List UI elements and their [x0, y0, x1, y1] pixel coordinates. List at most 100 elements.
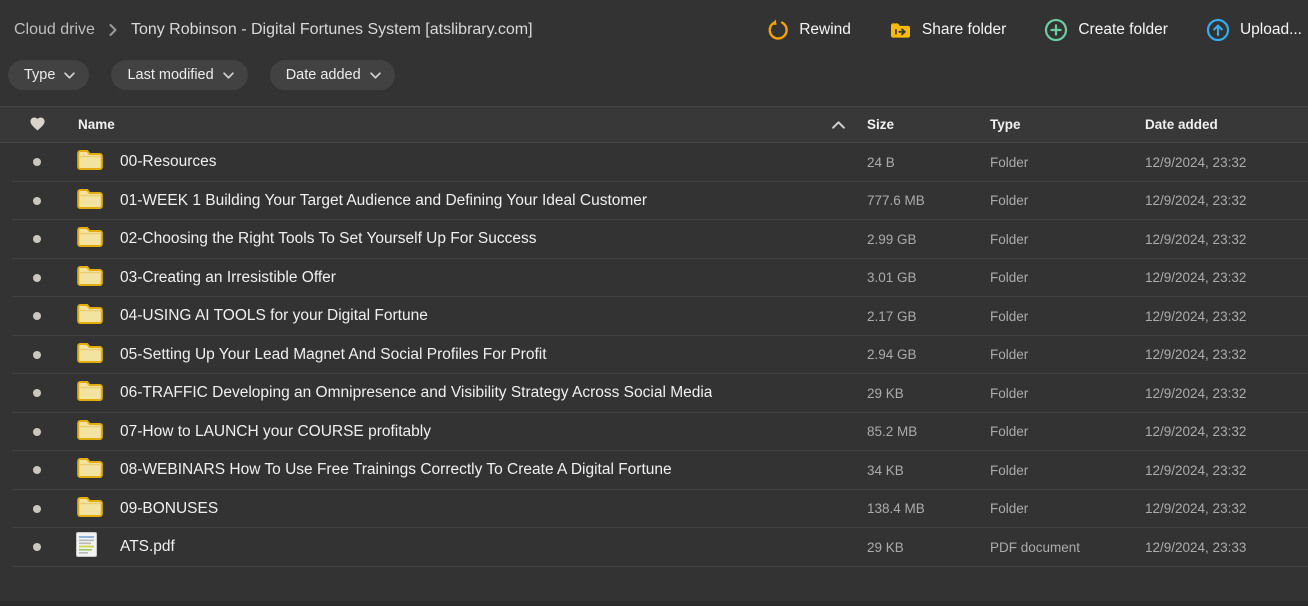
file-date-added: 12/9/2024, 23:32	[1145, 270, 1308, 285]
label-dot-icon	[33, 543, 41, 551]
chevron-down-icon	[370, 67, 381, 83]
file-name: ATS.pdf	[120, 538, 175, 556]
table-row[interactable]: 06-TRAFFIC Developing an Omnipresence an…	[0, 374, 1308, 413]
pdf-file-icon	[76, 532, 97, 562]
file-size: 2.94 GB	[867, 347, 990, 362]
file-name: 09-BONUSES	[120, 500, 218, 518]
file-name: 07-How to LAUNCH your COURSE profitably	[120, 423, 431, 441]
folder-icon	[76, 456, 104, 484]
file-size: 29 KB	[867, 540, 990, 555]
file-size: 29 KB	[867, 386, 990, 401]
heart-icon	[29, 116, 46, 134]
file-size: 85.2 MB	[867, 424, 990, 439]
folder-icon	[76, 225, 104, 253]
file-size: 2.99 GB	[867, 232, 990, 247]
type-column-header[interactable]: Type	[990, 117, 1145, 132]
label-dot-icon	[33, 197, 41, 205]
folder-icon	[76, 379, 104, 407]
folder-icon	[76, 264, 104, 292]
rewind-label: Rewind	[799, 21, 851, 39]
sort-ascending-icon[interactable]	[832, 121, 867, 129]
folder-icon	[76, 148, 104, 176]
file-date-added: 12/9/2024, 23:32	[1145, 386, 1308, 401]
file-date-added: 12/9/2024, 23:33	[1145, 540, 1308, 555]
file-size: 24 B	[867, 155, 990, 170]
folder-icon	[76, 495, 104, 523]
file-date-added: 12/9/2024, 23:32	[1145, 463, 1308, 478]
date-added-column-header[interactable]: Date added	[1145, 117, 1308, 132]
file-list: 00-Resources 24 B Folder 12/9/2024, 23:3…	[0, 143, 1308, 567]
file-type: PDF document	[990, 540, 1145, 555]
file-name: 03-Creating an Irresistible Offer	[120, 269, 336, 287]
filter-type[interactable]: Type	[8, 60, 89, 90]
file-name: 06-TRAFFIC Developing an Omnipresence an…	[120, 384, 712, 402]
file-size: 2.17 GB	[867, 309, 990, 324]
file-name: 01-WEEK 1 Building Your Target Audience …	[120, 192, 647, 210]
filter-last-modified-label: Last modified	[127, 67, 213, 83]
file-date-added: 12/9/2024, 23:32	[1145, 347, 1308, 362]
folder-icon	[76, 187, 104, 215]
file-type: Folder	[990, 155, 1145, 170]
file-type: Folder	[990, 386, 1145, 401]
share-folder-button[interactable]: Share folder	[889, 21, 1006, 40]
file-size: 138.4 MB	[867, 501, 990, 516]
file-date-added: 12/9/2024, 23:32	[1145, 155, 1308, 170]
share-folder-icon	[889, 21, 912, 40]
table-row[interactable]: 03-Creating an Irresistible Offer 3.01 G…	[0, 259, 1308, 298]
filter-date-added-label: Date added	[286, 67, 361, 83]
file-size: 3.01 GB	[867, 270, 990, 285]
file-type: Folder	[990, 232, 1145, 247]
favourite-column-header[interactable]	[0, 116, 76, 134]
size-column-header[interactable]: Size	[867, 117, 990, 132]
rewind-button[interactable]: Rewind	[767, 19, 851, 41]
table-row[interactable]: 04-USING AI TOOLS for your Digital Fortu…	[0, 297, 1308, 336]
chevron-down-icon	[64, 67, 75, 83]
top-bar: Cloud drive Tony Robinson - Digital Fort…	[0, 0, 1308, 56]
file-date-added: 12/9/2024, 23:32	[1145, 232, 1308, 247]
create-folder-button[interactable]: Create folder	[1044, 18, 1168, 42]
table-row[interactable]: ATS.pdf 29 KB PDF document 12/9/2024, 23…	[0, 528, 1308, 567]
file-type: Folder	[990, 270, 1145, 285]
name-column-header[interactable]: Name	[76, 117, 867, 132]
label-dot-icon	[33, 235, 41, 243]
table-row[interactable]: 09-BONUSES 138.4 MB Folder 12/9/2024, 23…	[0, 490, 1308, 529]
table-row[interactable]: 01-WEEK 1 Building Your Target Audience …	[0, 182, 1308, 221]
filter-date-added[interactable]: Date added	[270, 60, 395, 90]
label-dot-icon	[33, 312, 41, 320]
table-row[interactable]: 05-Setting Up Your Lead Magnet And Socia…	[0, 336, 1308, 375]
file-type: Folder	[990, 193, 1145, 208]
label-dot-icon	[33, 466, 41, 474]
table-row[interactable]: 08-WEBINARS How To Use Free Trainings Co…	[0, 451, 1308, 490]
label-dot-icon	[33, 274, 41, 282]
file-name: 08-WEBINARS How To Use Free Trainings Co…	[120, 461, 672, 479]
folder-icon	[76, 418, 104, 446]
folder-icon	[76, 341, 104, 369]
breadcrumb-root[interactable]: Cloud drive	[14, 21, 95, 39]
file-name: 02-Choosing the Right Tools To Set Yours…	[120, 230, 536, 248]
table-row[interactable]: 02-Choosing the Right Tools To Set Yours…	[0, 220, 1308, 259]
label-dot-icon	[33, 428, 41, 436]
upload-label: Upload...	[1240, 21, 1302, 39]
table-header: Name Size Type Date added	[0, 106, 1308, 143]
label-dot-icon	[33, 389, 41, 397]
table-row[interactable]: 07-How to LAUNCH your COURSE profitably …	[0, 413, 1308, 452]
rewind-icon	[767, 19, 789, 41]
table-row[interactable]: 00-Resources 24 B Folder 12/9/2024, 23:3…	[0, 143, 1308, 182]
chevron-down-icon	[223, 67, 234, 83]
file-date-added: 12/9/2024, 23:32	[1145, 309, 1308, 324]
file-type: Folder	[990, 463, 1145, 478]
toolbar: Rewind Share folder Create folder	[767, 18, 1304, 42]
file-date-added: 12/9/2024, 23:32	[1145, 193, 1308, 208]
upload-button[interactable]: Upload...	[1206, 18, 1302, 42]
breadcrumb-current: Tony Robinson - Digital Fortunes System …	[131, 21, 533, 39]
filter-chips: Type Last modified Date added	[8, 58, 1308, 92]
file-date-added: 12/9/2024, 23:32	[1145, 424, 1308, 439]
file-type: Folder	[990, 347, 1145, 362]
file-name: 04-USING AI TOOLS for your Digital Fortu…	[120, 307, 428, 325]
file-type: Folder	[990, 424, 1145, 439]
filter-last-modified[interactable]: Last modified	[111, 60, 247, 90]
create-folder-icon	[1044, 18, 1068, 42]
file-size: 777.6 MB	[867, 193, 990, 208]
file-name: 05-Setting Up Your Lead Magnet And Socia…	[120, 346, 547, 364]
folder-icon	[76, 302, 104, 330]
